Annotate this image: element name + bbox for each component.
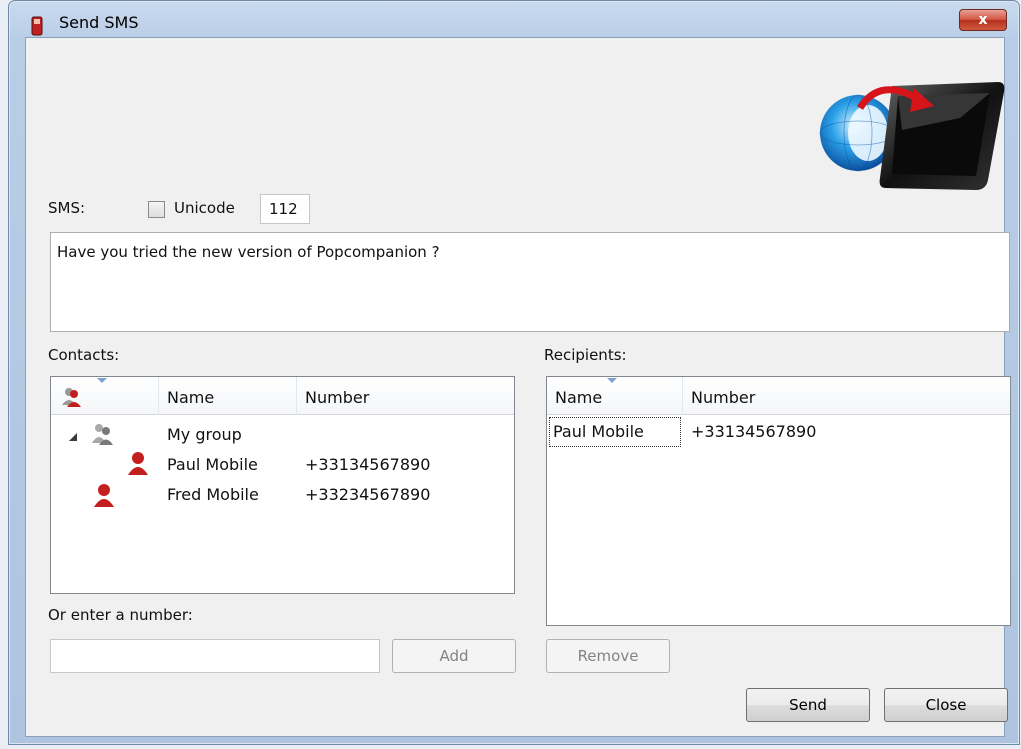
recipients-list[interactable]: Name Number Paul Mobile +33134567890	[546, 376, 1011, 626]
column-number[interactable]: Number	[683, 377, 1010, 415]
add-button[interactable]: Add	[392, 639, 516, 673]
send-button[interactable]: Send	[746, 688, 870, 722]
close-window-button[interactable]: x	[959, 9, 1007, 31]
recipient-number: +33134567890	[691, 422, 817, 441]
contact-number: +33234567890	[305, 485, 431, 504]
contact-name: Fred Mobile	[167, 485, 259, 504]
send-sms-window: Send SMS x SMS: Unicode 112 Have you tri…	[8, 0, 1020, 745]
sort-arrow-icon	[97, 378, 107, 383]
sms-label: SMS:	[48, 199, 86, 217]
title-bar[interactable]: Send SMS x	[9, 1, 1019, 37]
column-number[interactable]: Number	[297, 377, 514, 415]
window-title: Send SMS	[59, 13, 139, 32]
sms-message-textarea[interactable]: Have you tried the new version of Popcom…	[50, 232, 1010, 332]
globe-to-phone-icon	[819, 82, 1005, 190]
contacts-list-header: Name Number	[51, 377, 514, 415]
person-icon	[128, 452, 148, 475]
person-icon	[94, 484, 114, 507]
unicode-label: Unicode	[174, 199, 235, 217]
person-icon	[62, 388, 81, 407]
sort-arrow-icon	[607, 378, 617, 383]
group-name: My group	[167, 425, 242, 444]
recipients-list-header: Name Number	[547, 377, 1010, 415]
group-icon	[92, 424, 113, 445]
column-name[interactable]: Name	[159, 377, 297, 415]
unicode-checkbox[interactable]	[148, 201, 165, 218]
contact-number: +33134567890	[305, 455, 431, 474]
recipients-label: Recipients:	[544, 346, 627, 364]
expanded-triangle-icon[interactable]	[69, 433, 77, 441]
recipient-name: Paul Mobile	[549, 417, 681, 447]
remove-button[interactable]: Remove	[546, 639, 670, 673]
character-counter: 112	[260, 194, 310, 224]
tree-group-row[interactable]: My group	[51, 421, 511, 449]
column-type[interactable]	[51, 377, 159, 415]
phone-icon	[31, 16, 43, 36]
close-button[interactable]: Close	[884, 688, 1008, 722]
contact-name: Paul Mobile	[167, 455, 258, 474]
table-row[interactable]: Paul Mobile +33134567890	[51, 451, 511, 479]
phone-number-input[interactable]	[50, 639, 380, 673]
dialog-body: SMS: Unicode 112 Have you tried the new …	[25, 37, 1011, 737]
contacts-list[interactable]: Name Number My group Paul Mobile +331345	[50, 376, 515, 594]
table-row[interactable]: Fred Mobile +33234567890	[51, 481, 511, 509]
table-row[interactable]: Paul Mobile +33134567890	[549, 417, 1009, 447]
contacts-label: Contacts:	[48, 346, 120, 364]
enter-number-label: Or enter a number:	[48, 606, 193, 624]
